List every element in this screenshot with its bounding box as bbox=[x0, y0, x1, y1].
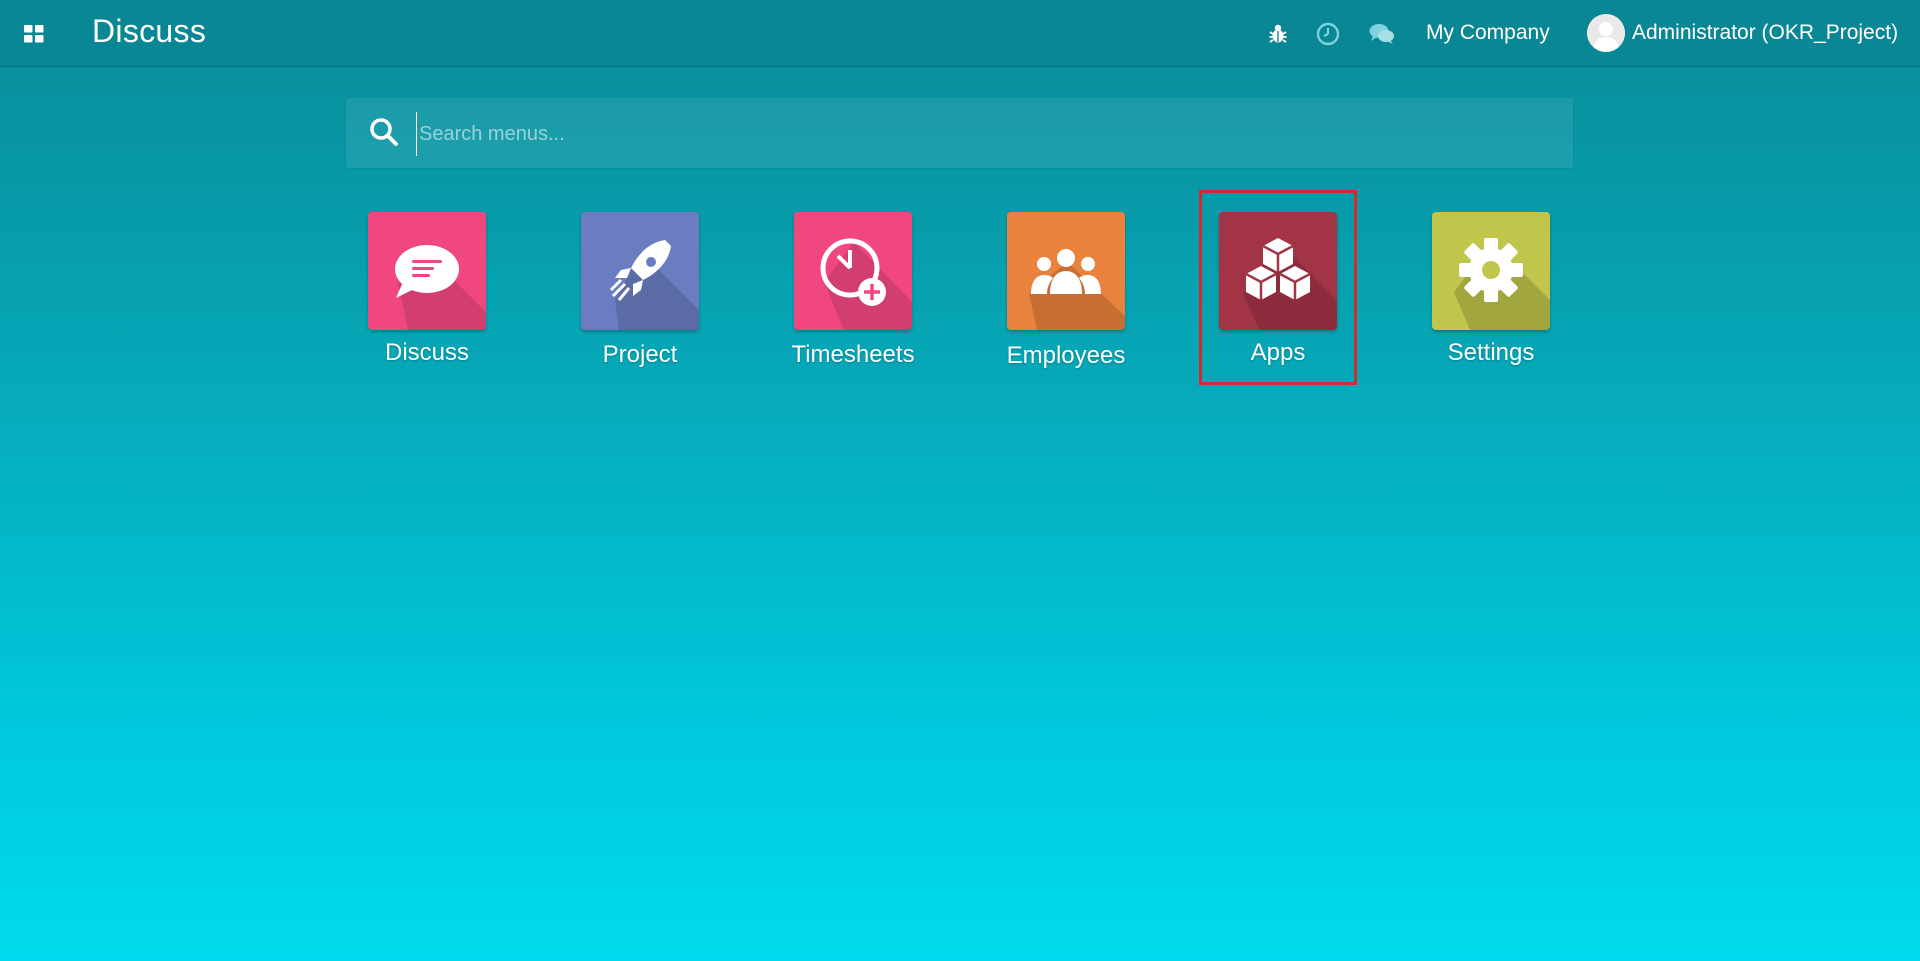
app-label: Timesheets bbox=[791, 341, 915, 368]
avatar bbox=[1587, 14, 1625, 52]
app-label: Discuss bbox=[384, 339, 469, 366]
app-tile-discuss[interactable]: Discuss bbox=[344, 212, 514, 372]
search-input[interactable] bbox=[416, 112, 1551, 156]
cubes-icon bbox=[1219, 212, 1337, 330]
app-tile-employees[interactable]: Employees bbox=[983, 212, 1153, 372]
chat-bubble-icon bbox=[368, 212, 486, 330]
main-navbar: Discuss My Company Administrator (OKR_Pr… bbox=[0, 0, 1920, 67]
rocket-icon bbox=[581, 212, 699, 330]
app-label: Project bbox=[602, 341, 678, 368]
page-title: Discuss bbox=[92, 13, 207, 49]
gear-icon bbox=[1432, 212, 1550, 330]
people-icon bbox=[1007, 212, 1125, 330]
messaging-chat-icon[interactable] bbox=[1368, 20, 1396, 48]
app-label: Settings bbox=[1447, 339, 1535, 366]
company-switcher[interactable]: My Company bbox=[1426, 21, 1550, 45]
user-menu[interactable]: Administrator (OKR_Project) bbox=[1587, 12, 1898, 54]
user-name: Administrator (OKR_Project) bbox=[1632, 21, 1899, 44]
app-tile-project[interactable]: Project bbox=[557, 212, 727, 372]
clock-plus-icon bbox=[794, 212, 912, 330]
menu-search-bar bbox=[346, 98, 1573, 168]
app-label: Employees bbox=[1006, 342, 1126, 369]
activity-clock-icon[interactable] bbox=[1314, 20, 1342, 48]
app-tile-settings[interactable]: Settings bbox=[1408, 212, 1578, 372]
search-icon bbox=[368, 116, 400, 148]
app-label: Apps bbox=[1250, 339, 1306, 366]
app-grid-icon[interactable] bbox=[20, 20, 48, 48]
debug-bug-icon[interactable] bbox=[1264, 20, 1292, 48]
app-tile-timesheets[interactable]: Timesheets bbox=[770, 212, 940, 372]
app-tile-apps[interactable]: Apps bbox=[1195, 212, 1365, 372]
